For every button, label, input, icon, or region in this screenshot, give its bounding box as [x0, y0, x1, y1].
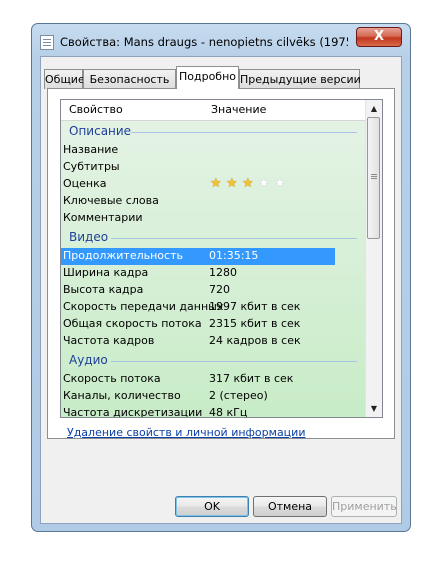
group-audio[interactable]: Аудио — [61, 353, 365, 369]
list-item[interactable]: Название — [61, 142, 365, 159]
property-value: 2 (стерео) — [209, 389, 268, 402]
title-bar[interactable]: Свойства: Mans draugs - nenopietns cilvē… — [32, 24, 410, 54]
dialog-body: Общие Безопасность Подробно Предыдущие в… — [40, 56, 402, 524]
properties-window: Свойства: Mans draugs - nenopietns cilvē… — [31, 23, 411, 532]
tab-details[interactable]: Подробно — [176, 66, 239, 89]
list-item[interactable]: Комментарии — [61, 210, 365, 227]
grip-icon — [371, 174, 377, 175]
group-divider — [111, 361, 357, 362]
property-value: 2315 кбит в сек — [209, 317, 301, 330]
window-title: Свойства: Mans draugs - nenopietns cilvē… — [60, 35, 348, 49]
group-divider — [131, 132, 357, 133]
ok-button[interactable]: OK — [175, 496, 249, 517]
tab-general[interactable]: Общие — [44, 69, 85, 89]
scroll-up-icon[interactable]: ▲ — [366, 100, 382, 117]
group-video-label: Видео — [69, 230, 109, 244]
list-item[interactable]: Скорость потока 317 кбит в сек — [61, 371, 365, 388]
star-icon[interactable]: ★ — [210, 176, 223, 192]
star-icon[interactable]: ★ — [226, 176, 239, 192]
vertical-scrollbar[interactable]: ▲ ▼ — [365, 100, 382, 417]
list-item[interactable]: Частота кадров 24 кадров в сек — [61, 333, 365, 350]
property-name: Оценка — [63, 177, 107, 190]
group-description[interactable]: Описание — [61, 124, 365, 140]
property-value: 317 кбит в сек — [209, 372, 294, 385]
list-item[interactable]: Субтитры — [61, 159, 365, 176]
column-header-value[interactable]: Значение — [211, 103, 266, 116]
list-item[interactable]: Ключевые слова — [61, 193, 365, 210]
properties-list[interactable]: Свойство Значение Описание Название Субт… — [60, 99, 383, 418]
property-name: Скорость потока — [63, 372, 161, 385]
property-name: Общая скорость потока — [63, 317, 202, 330]
document-properties-icon — [40, 35, 54, 50]
apply-button[interactable]: Применить — [331, 496, 397, 517]
property-name: Комментарии — [63, 211, 143, 224]
property-name: Ключевые слова — [63, 194, 159, 207]
list-item[interactable]: Оценка ★ ★ ★ ★ ★ — [61, 176, 365, 193]
property-name: Название — [63, 143, 119, 156]
details-panel: Свойство Значение Описание Название Субт… — [47, 88, 395, 439]
star-icon[interactable]: ★ — [242, 176, 255, 192]
column-header-property[interactable]: Свойство — [69, 103, 123, 116]
group-video[interactable]: Видео — [61, 230, 365, 246]
property-value: 720 — [209, 283, 230, 296]
group-divider — [111, 238, 357, 239]
star-icon[interactable]: ★ — [258, 176, 271, 192]
property-value: 24 кадров в сек — [209, 334, 301, 347]
cancel-button[interactable]: Отмена — [253, 496, 327, 517]
property-name: Продолжительность — [63, 249, 183, 262]
property-value: 48 кГц — [209, 406, 248, 418]
property-value: 1997 кбит в сек — [209, 300, 301, 313]
remove-properties-link[interactable]: Удаление свойств и личной информации — [67, 426, 305, 439]
property-name: Каналы, количество — [63, 389, 181, 402]
star-icon[interactable]: ★ — [274, 176, 287, 192]
close-button[interactable]: X — [356, 27, 402, 47]
property-value: 1280 — [209, 266, 237, 279]
list-item[interactable]: Ширина кадра 1280 — [61, 265, 365, 282]
property-name: Ширина кадра — [63, 266, 149, 279]
list-item[interactable]: Скорость передачи данных 1997 кбит в сек — [61, 299, 365, 316]
list-header: Свойство Значение — [61, 100, 365, 121]
tab-previous-versions[interactable]: Предыдущие версии — [239, 69, 361, 89]
tab-security[interactable]: Безопасность — [83, 69, 176, 89]
property-name: Частота кадров — [63, 334, 155, 347]
property-name: Субтитры — [63, 160, 120, 173]
rating-stars[interactable]: ★ ★ ★ ★ ★ — [210, 176, 290, 192]
property-value: 01:35:15 — [209, 249, 259, 262]
group-description-label: Описание — [69, 124, 132, 138]
list-item[interactable]: Продолжительность 01:35:15 — [61, 248, 335, 265]
list-item[interactable]: Каналы, количество 2 (стерео) — [61, 388, 365, 405]
property-name: Высота кадра — [63, 283, 144, 296]
scroll-down-icon[interactable]: ▼ — [366, 400, 382, 417]
property-name: Скорость передачи данных — [63, 300, 224, 313]
group-audio-label: Аудио — [69, 353, 108, 367]
list-item[interactable]: Общая скорость потока 2315 кбит в сек — [61, 316, 365, 333]
list-item[interactable]: Высота кадра 720 — [61, 282, 365, 299]
list-item[interactable]: Частота дискретизации 48 кГц — [61, 405, 365, 418]
property-name: Частота дискретизации — [63, 406, 203, 418]
scrollbar-thumb[interactable] — [367, 117, 380, 239]
